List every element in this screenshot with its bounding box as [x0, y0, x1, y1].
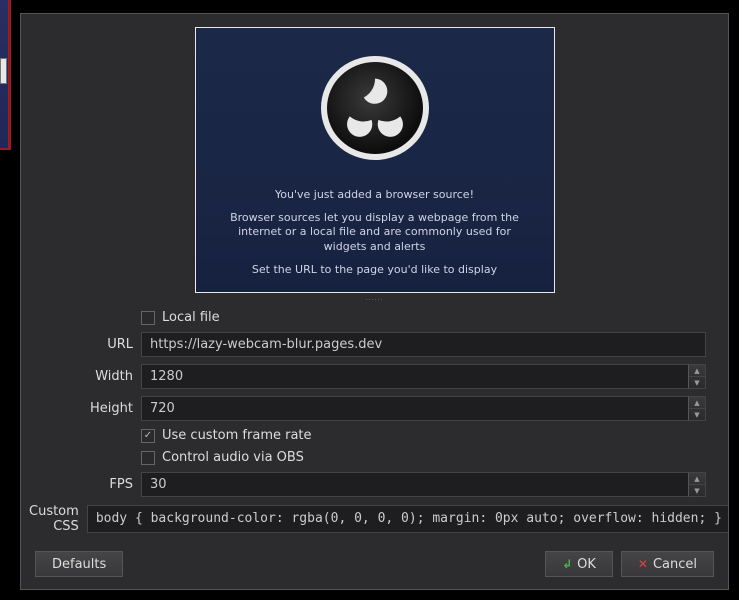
chevron-up-icon[interactable]: ▲ [689, 473, 705, 485]
custom-framerate-checkbox[interactable] [141, 429, 155, 443]
checkmark-icon: ↲ [562, 557, 572, 571]
resize-handle[interactable]: ······ [21, 297, 728, 304]
custom-css-label: Custom CSS [29, 504, 87, 534]
chevron-down-icon[interactable]: ▼ [689, 485, 705, 496]
local-file-label: Local file [162, 310, 220, 325]
height-spinner[interactable]: ▲ ▼ [688, 396, 706, 421]
url-label: URL [29, 337, 141, 352]
url-input[interactable] [141, 332, 706, 357]
chevron-up-icon[interactable]: ▲ [689, 397, 705, 409]
fps-spinner[interactable]: ▲ ▼ [688, 472, 706, 497]
ok-button-label: OK [577, 557, 596, 572]
chevron-down-icon[interactable]: ▼ [689, 409, 705, 420]
ok-button[interactable]: ↲ OK [545, 551, 613, 577]
local-file-checkbox[interactable] [141, 311, 155, 325]
fps-label: FPS [29, 477, 141, 492]
fps-input[interactable] [141, 472, 688, 497]
cancel-button[interactable]: ✕ Cancel [621, 551, 714, 577]
left-strip-accent [0, 58, 7, 84]
control-audio-checkbox[interactable] [141, 451, 155, 465]
browser-source-preview: You've just added a browser source! Brow… [195, 27, 555, 293]
custom-framerate-label: Use custom frame rate [162, 428, 312, 443]
custom-css-input[interactable]: body { background-color: rgba(0, 0, 0, 0… [87, 505, 728, 533]
preview-text-3: Set the URL to the page you'd like to di… [252, 263, 497, 278]
width-spinner[interactable]: ▲ ▼ [688, 364, 706, 389]
source-properties-dialog: You've just added a browser source! Brow… [20, 13, 729, 590]
height-label: Height [29, 401, 141, 416]
dialog-button-bar: Defaults ↲ OK ✕ Cancel [21, 543, 728, 589]
chevron-down-icon[interactable]: ▼ [689, 377, 705, 388]
chevron-up-icon[interactable]: ▲ [689, 365, 705, 377]
defaults-button-label: Defaults [52, 557, 106, 572]
control-audio-label: Control audio via OBS [162, 450, 304, 465]
left-background-strip [0, 0, 11, 150]
height-input[interactable] [141, 396, 688, 421]
preview-text-2: Browser sources let you display a webpag… [218, 211, 532, 256]
cancel-button-label: Cancel [653, 557, 697, 572]
width-label: Width [29, 369, 141, 384]
obs-logo [321, 56, 429, 160]
obs-logo-icon [340, 73, 410, 143]
preview-text-1: You've just added a browser source! [275, 188, 474, 203]
width-input[interactable] [141, 364, 688, 389]
defaults-button[interactable]: Defaults [35, 551, 123, 577]
properties-form: Local file URL Width ▲ ▼ Heigh [21, 310, 728, 543]
close-icon: ✕ [638, 557, 648, 571]
